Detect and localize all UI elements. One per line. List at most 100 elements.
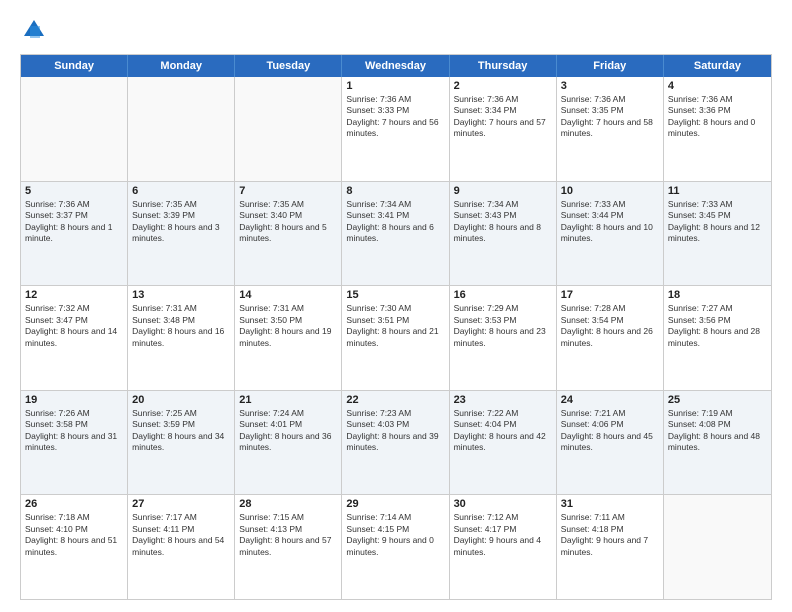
- cell-text: Sunrise: 7:21 AM Sunset: 4:06 PM Dayligh…: [561, 408, 659, 454]
- day-number: 13: [132, 289, 230, 301]
- calendar-header: SundayMondayTuesdayWednesdayThursdayFrid…: [21, 55, 771, 77]
- day-number: 15: [346, 289, 444, 301]
- day-number: 19: [25, 394, 123, 406]
- cell-text: Sunrise: 7:35 AM Sunset: 3:39 PM Dayligh…: [132, 199, 230, 245]
- weekday-header: Saturday: [664, 55, 771, 77]
- day-number: 12: [25, 289, 123, 301]
- cell-text: Sunrise: 7:14 AM Sunset: 4:15 PM Dayligh…: [346, 512, 444, 558]
- cell-text: Sunrise: 7:33 AM Sunset: 3:44 PM Dayligh…: [561, 199, 659, 245]
- calendar-cell: 13 Sunrise: 7:31 AM Sunset: 3:48 PM Dayli…: [128, 286, 235, 390]
- cell-text: Sunrise: 7:27 AM Sunset: 3:56 PM Dayligh…: [668, 303, 767, 349]
- calendar-row: 19 Sunrise: 7:26 AM Sunset: 3:58 PM Dayli…: [21, 390, 771, 495]
- cell-text: Sunrise: 7:32 AM Sunset: 3:47 PM Dayligh…: [25, 303, 123, 349]
- day-number: 2: [454, 80, 552, 92]
- calendar-cell: 28 Sunrise: 7:15 AM Sunset: 4:13 PM Dayli…: [235, 495, 342, 599]
- weekday-header: Sunday: [21, 55, 128, 77]
- calendar-cell: 26 Sunrise: 7:18 AM Sunset: 4:10 PM Dayli…: [21, 495, 128, 599]
- cell-text: Sunrise: 7:31 AM Sunset: 3:50 PM Dayligh…: [239, 303, 337, 349]
- cell-text: Sunrise: 7:18 AM Sunset: 4:10 PM Dayligh…: [25, 512, 123, 558]
- calendar-cell: 22 Sunrise: 7:23 AM Sunset: 4:03 PM Dayli…: [342, 391, 449, 495]
- calendar-cell: 27 Sunrise: 7:17 AM Sunset: 4:11 PM Dayli…: [128, 495, 235, 599]
- calendar-cell: 24Sunrise: 7:21 AM Sunset: 4:06 PM Dayli…: [557, 391, 664, 495]
- cell-text: Sunrise: 7:36 AM Sunset: 3:35 PM Dayligh…: [561, 94, 659, 140]
- day-number: 28: [239, 498, 337, 510]
- weekday-header: Friday: [557, 55, 664, 77]
- day-number: 29: [346, 498, 444, 510]
- calendar: SundayMondayTuesdayWednesdayThursdayFrid…: [20, 54, 772, 600]
- cell-text: Sunrise: 7:11 AM Sunset: 4:18 PM Dayligh…: [561, 512, 659, 558]
- calendar-cell: 18 Sunrise: 7:27 AM Sunset: 3:56 PM Dayli…: [664, 286, 771, 390]
- day-number: 17: [561, 289, 659, 301]
- cell-text: Sunrise: 7:34 AM Sunset: 3:41 PM Dayligh…: [346, 199, 444, 245]
- day-number: 16: [454, 289, 552, 301]
- cell-text: Sunrise: 7:36 AM Sunset: 3:36 PM Dayligh…: [668, 94, 767, 140]
- calendar-row: 26 Sunrise: 7:18 AM Sunset: 4:10 PM Dayli…: [21, 494, 771, 599]
- day-number: 22: [346, 394, 444, 406]
- cell-text: Sunrise: 7:36 AM Sunset: 3:34 PM Dayligh…: [454, 94, 552, 140]
- cell-text: Sunrise: 7:31 AM Sunset: 3:48 PM Dayligh…: [132, 303, 230, 349]
- calendar-cell: 10 Sunrise: 7:33 AM Sunset: 3:44 PM Dayli…: [557, 182, 664, 286]
- calendar-cell: 2 Sunrise: 7:36 AM Sunset: 3:34 PM Daylig…: [450, 77, 557, 181]
- calendar-cell: 12 Sunrise: 7:32 AM Sunset: 3:47 PM Dayli…: [21, 286, 128, 390]
- cell-text: Sunrise: 7:15 AM Sunset: 4:13 PM Dayligh…: [239, 512, 337, 558]
- cell-text: Sunrise: 7:26 AM Sunset: 3:58 PM Dayligh…: [25, 408, 123, 454]
- calendar-cell: 11 Sunrise: 7:33 AM Sunset: 3:45 PM Dayli…: [664, 182, 771, 286]
- day-number: 23: [454, 394, 552, 406]
- cell-text: Sunrise: 7:33 AM Sunset: 3:45 PM Dayligh…: [668, 199, 767, 245]
- day-number: 26: [25, 498, 123, 510]
- calendar-cell: [664, 495, 771, 599]
- calendar-cell: 21 Sunrise: 7:24 AM Sunset: 4:01 PM Dayli…: [235, 391, 342, 495]
- day-number: 27: [132, 498, 230, 510]
- day-number: 9: [454, 185, 552, 197]
- cell-text: Sunrise: 7:19 AM Sunset: 4:08 PM Dayligh…: [668, 408, 767, 454]
- calendar-body: 1Sunrise: 7:36 AM Sunset: 3:33 PM Daylig…: [21, 77, 771, 599]
- page: SundayMondayTuesdayWednesdayThursdayFrid…: [0, 0, 792, 612]
- calendar-cell: 3 Sunrise: 7:36 AM Sunset: 3:35 PM Daylig…: [557, 77, 664, 181]
- calendar-cell: 5 Sunrise: 7:36 AM Sunset: 3:37 PM Daylig…: [21, 182, 128, 286]
- cell-text: Sunrise: 7:29 AM Sunset: 3:53 PM Dayligh…: [454, 303, 552, 349]
- day-number: 11: [668, 185, 767, 197]
- day-number: 7: [239, 185, 337, 197]
- day-number: 6: [132, 185, 230, 197]
- day-number: 20: [132, 394, 230, 406]
- day-number: 21: [239, 394, 337, 406]
- day-number: 14: [239, 289, 337, 301]
- calendar-row: 1Sunrise: 7:36 AM Sunset: 3:33 PM Daylig…: [21, 77, 771, 181]
- weekday-header: Tuesday: [235, 55, 342, 77]
- day-number: 30: [454, 498, 552, 510]
- logo-icon: [20, 16, 48, 44]
- weekday-header: Monday: [128, 55, 235, 77]
- cell-text: Sunrise: 7:23 AM Sunset: 4:03 PM Dayligh…: [346, 408, 444, 454]
- cell-text: Sunrise: 7:28 AM Sunset: 3:54 PM Dayligh…: [561, 303, 659, 349]
- calendar-row: 12 Sunrise: 7:32 AM Sunset: 3:47 PM Dayli…: [21, 285, 771, 390]
- day-number: 10: [561, 185, 659, 197]
- calendar-cell: 17 Sunrise: 7:28 AM Sunset: 3:54 PM Dayli…: [557, 286, 664, 390]
- cell-text: Sunrise: 7:36 AM Sunset: 3:37 PM Dayligh…: [25, 199, 123, 245]
- calendar-cell: 6 Sunrise: 7:35 AM Sunset: 3:39 PM Daylig…: [128, 182, 235, 286]
- calendar-cell: 16 Sunrise: 7:29 AM Sunset: 3:53 PM Dayli…: [450, 286, 557, 390]
- calendar-cell: [128, 77, 235, 181]
- calendar-cell: 14 Sunrise: 7:31 AM Sunset: 3:50 PM Dayli…: [235, 286, 342, 390]
- calendar-cell: [21, 77, 128, 181]
- header: [20, 16, 772, 44]
- calendar-cell: 31Sunrise: 7:11 AM Sunset: 4:18 PM Dayli…: [557, 495, 664, 599]
- calendar-row: 5 Sunrise: 7:36 AM Sunset: 3:37 PM Daylig…: [21, 181, 771, 286]
- calendar-cell: 8Sunrise: 7:34 AM Sunset: 3:41 PM Daylig…: [342, 182, 449, 286]
- calendar-cell: 15Sunrise: 7:30 AM Sunset: 3:51 PM Dayli…: [342, 286, 449, 390]
- calendar-cell: 9 Sunrise: 7:34 AM Sunset: 3:43 PM Daylig…: [450, 182, 557, 286]
- logo: [20, 16, 52, 44]
- cell-text: Sunrise: 7:24 AM Sunset: 4:01 PM Dayligh…: [239, 408, 337, 454]
- cell-text: Sunrise: 7:34 AM Sunset: 3:43 PM Dayligh…: [454, 199, 552, 245]
- calendar-cell: [235, 77, 342, 181]
- calendar-cell: 7 Sunrise: 7:35 AM Sunset: 3:40 PM Daylig…: [235, 182, 342, 286]
- day-number: 5: [25, 185, 123, 197]
- day-number: 18: [668, 289, 767, 301]
- weekday-header: Wednesday: [342, 55, 449, 77]
- calendar-cell: 30Sunrise: 7:12 AM Sunset: 4:17 PM Dayli…: [450, 495, 557, 599]
- calendar-cell: 4 Sunrise: 7:36 AM Sunset: 3:36 PM Daylig…: [664, 77, 771, 181]
- day-number: 4: [668, 80, 767, 92]
- cell-text: Sunrise: 7:17 AM Sunset: 4:11 PM Dayligh…: [132, 512, 230, 558]
- day-number: 3: [561, 80, 659, 92]
- calendar-cell: 25Sunrise: 7:19 AM Sunset: 4:08 PM Dayli…: [664, 391, 771, 495]
- cell-text: Sunrise: 7:35 AM Sunset: 3:40 PM Dayligh…: [239, 199, 337, 245]
